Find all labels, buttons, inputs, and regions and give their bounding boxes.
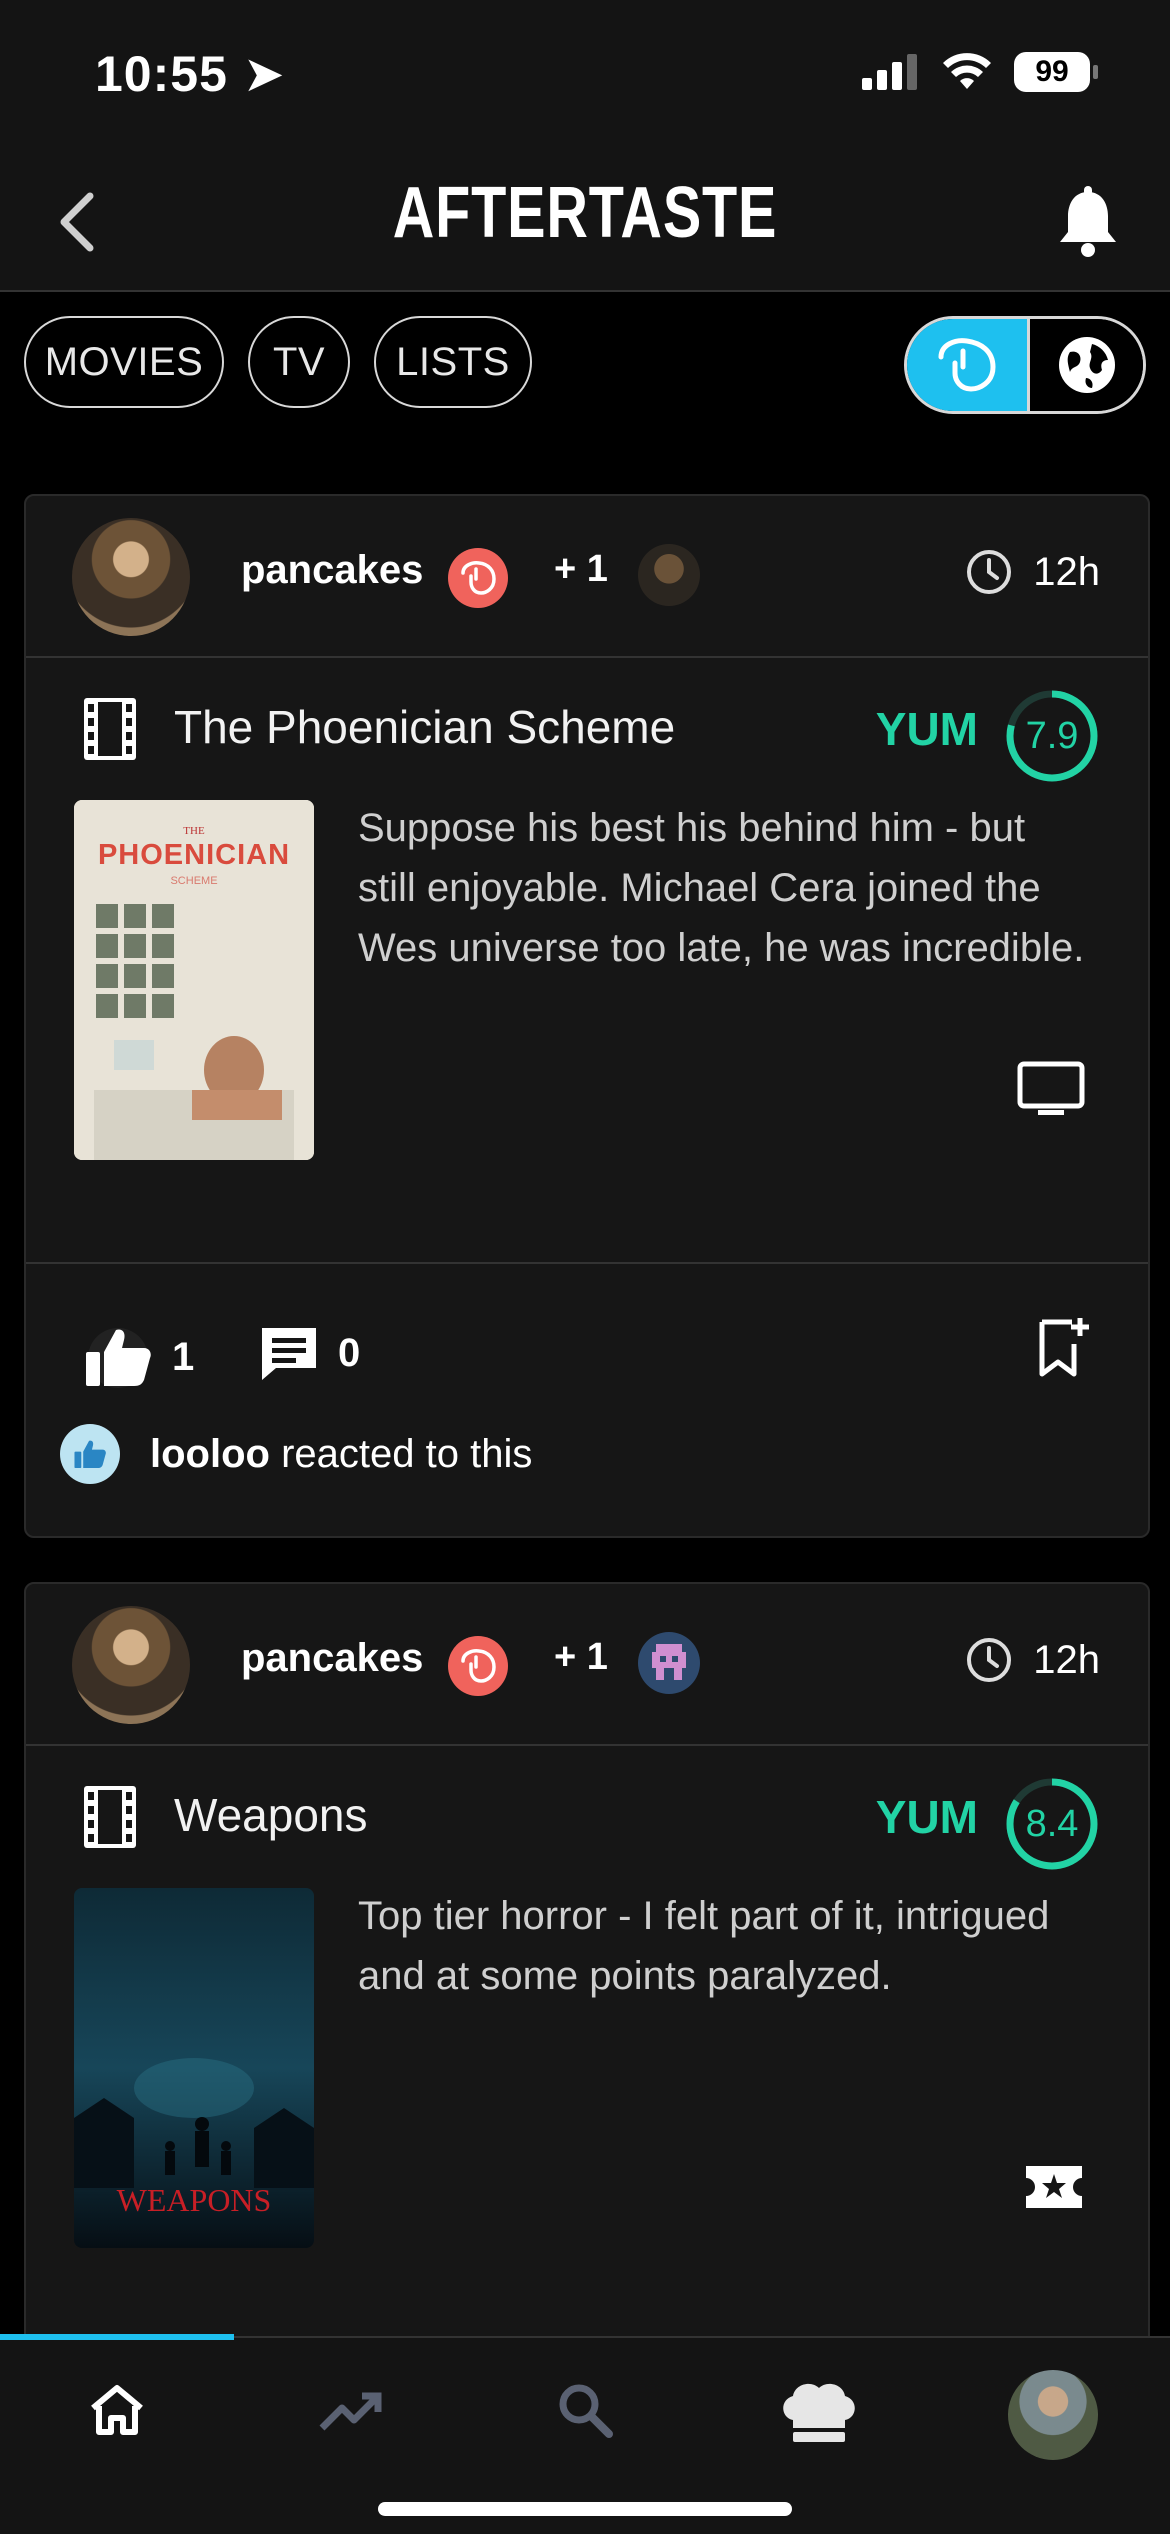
- chef-hat-icon: [783, 2383, 855, 2442]
- post-actions: 1 0 looloo reacted to this: [26, 1262, 1148, 1534]
- feed-post-card: pancakes + 1 12h The Phoenician Scheme Y…: [24, 494, 1150, 1538]
- home-icon: [91, 2385, 143, 2435]
- poster-the: THE: [183, 825, 205, 837]
- app-header: AFTERTASTE: [0, 150, 1170, 292]
- poster-title: WEAPONS: [117, 2182, 272, 2218]
- co-watcher-count: + 1: [554, 548, 608, 590]
- co-watcher-avatar[interactable]: [638, 1632, 700, 1694]
- thumbs-up-icon: [86, 1328, 151, 1388]
- tongue-icon: [938, 338, 996, 392]
- tab-profile[interactable]: [936, 2370, 1170, 2490]
- review-text: Top tier horror - I felt part of it, int…: [358, 1894, 1050, 1998]
- battery-indicator: 99: [1014, 52, 1098, 92]
- tongue-badge-icon: [448, 548, 508, 608]
- profile-avatar: [1008, 2370, 1098, 2460]
- clock-icon: [967, 550, 1012, 594]
- location-arrow-icon: ➤: [242, 46, 286, 102]
- movie-title[interactable]: The Phoenician Scheme: [174, 700, 675, 754]
- post-time: 12h: [965, 1636, 1100, 1684]
- active-tab-indicator: [0, 2334, 234, 2340]
- trending-icon: [319, 2392, 382, 2431]
- filter-tv-button[interactable]: TV: [248, 316, 350, 408]
- app-title: AFTERTASTE: [392, 173, 778, 253]
- tv-icon: [1017, 1061, 1085, 1115]
- tab-chef[interactable]: [702, 2380, 936, 2490]
- film-icon: [84, 1786, 136, 1848]
- post-body: WEAPONS Top tier horror - I felt part of…: [26, 1856, 1148, 2336]
- bottom-tab-bar: [0, 2334, 1170, 2534]
- post-body: THE PHOENICIAN SCHEME Suppose his best h…: [26, 768, 1148, 1262]
- movie-poster[interactable]: WEAPONS: [74, 1888, 314, 2248]
- filter-bar: MOVIES TV LISTS: [0, 292, 1170, 428]
- user-avatar[interactable]: [72, 518, 190, 636]
- reaction-thumbs-icon: [60, 1424, 120, 1484]
- like-count: 1: [172, 1334, 195, 1379]
- signal-icon: [862, 54, 917, 90]
- review-text: Suppose his best his behind him - but st…: [358, 806, 1085, 970]
- time-ago-label: 12h: [1033, 1637, 1100, 1682]
- feed-scope-toggle[interactable]: [904, 316, 1146, 414]
- notifications-bell-icon[interactable]: [1046, 180, 1130, 264]
- clock-icon: [967, 1638, 1012, 1682]
- user-avatar[interactable]: [72, 1606, 190, 1724]
- verdict-label: YUM: [875, 703, 978, 755]
- tongue-badge-icon: [448, 1636, 508, 1696]
- global-feed-toggle[interactable]: [1027, 319, 1143, 411]
- movie-title[interactable]: Weapons: [174, 1788, 368, 1842]
- post-time: 12h: [965, 548, 1100, 596]
- comment-action[interactable]: 0: [258, 1324, 360, 1382]
- poster-title: PHOENICIAN: [98, 839, 290, 871]
- bookmark-add-icon[interactable]: [1036, 1316, 1092, 1378]
- back-chevron-icon[interactable]: [40, 182, 120, 262]
- verdict-label: YUM: [875, 1791, 978, 1843]
- post-header: pancakes + 1 12h: [26, 496, 1148, 658]
- ticket-icon: [1026, 2166, 1082, 2208]
- tab-home[interactable]: [0, 2380, 234, 2490]
- poster-subtitle: SCHEME: [170, 875, 217, 887]
- wifi-icon: [943, 53, 991, 89]
- reaction-summary: looloo reacted to this: [60, 1424, 532, 1484]
- film-icon: [84, 698, 136, 760]
- post-username[interactable]: pancakes: [241, 1636, 423, 1681]
- globe-icon: [1058, 337, 1115, 393]
- filter-movies-button[interactable]: MOVIES: [24, 316, 224, 408]
- co-watcher-count: + 1: [554, 1636, 608, 1678]
- feed-post-card: pancakes + 1 12h Weapons YUM 8.4 WEAPONS…: [24, 1582, 1150, 2346]
- like-action[interactable]: 1: [82, 1324, 194, 1390]
- time-ago-label: 12h: [1033, 549, 1100, 594]
- tab-search[interactable]: [468, 2380, 702, 2490]
- post-username[interactable]: pancakes: [241, 548, 423, 593]
- comment-icon: [262, 1328, 316, 1380]
- movie-title-row: Weapons YUM 8.4: [26, 1746, 1148, 1870]
- co-watcher-avatar[interactable]: [638, 544, 700, 606]
- tab-trending[interactable]: [234, 2380, 468, 2490]
- status-bar: 10:55 ➤ 99: [0, 0, 1170, 150]
- movie-title-row: The Phoenician Scheme YUM 7.9: [26, 658, 1148, 782]
- reaction-text: reacted to this: [269, 1431, 533, 1476]
- reactor-username[interactable]: looloo: [150, 1432, 270, 1476]
- search-icon: [559, 2384, 613, 2438]
- post-header: pancakes + 1 12h: [26, 1584, 1148, 1746]
- movie-poster[interactable]: THE PHOENICIAN SCHEME: [74, 800, 314, 1160]
- home-indicator: [378, 2502, 792, 2516]
- friends-feed-toggle[interactable]: [907, 319, 1027, 411]
- comment-count: 0: [338, 1330, 361, 1375]
- filter-lists-button[interactable]: LISTS: [374, 316, 532, 408]
- status-icons: 99: [862, 52, 1098, 92]
- status-time: 10:55 ➤: [95, 46, 286, 102]
